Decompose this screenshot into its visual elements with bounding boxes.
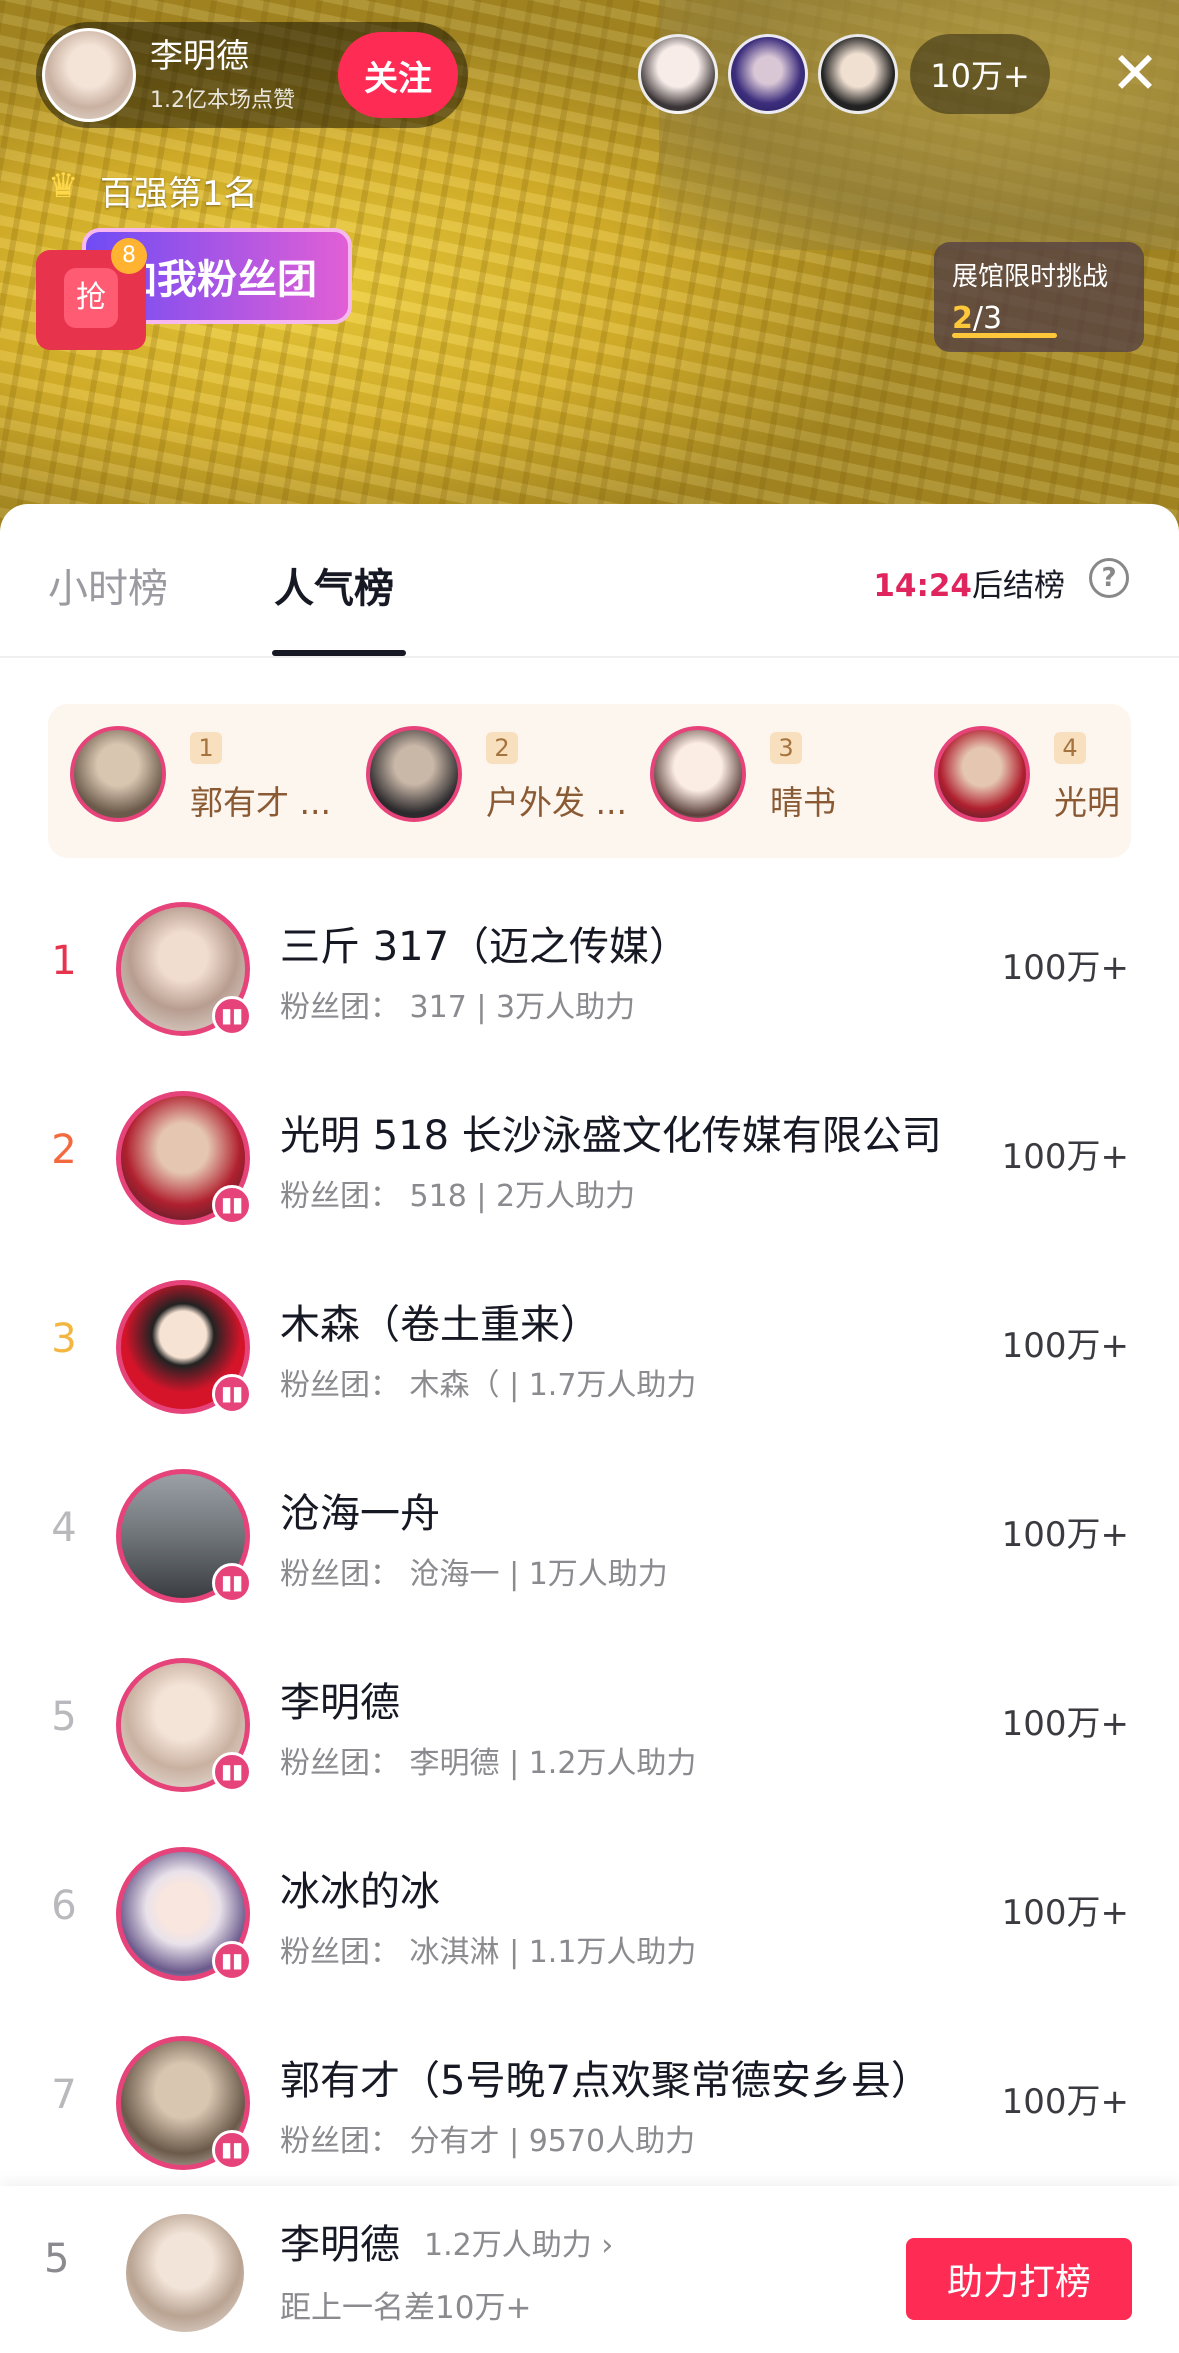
my-gap-to-next: 距上一名差10万+ (280, 2290, 532, 2326)
rank-number: 1 (51, 938, 77, 984)
strip-item[interactable]: 4 光明 (934, 726, 1131, 836)
streamer-name: 郭有才（5号晚7点欢聚常德安乡县） (280, 2058, 931, 2104)
fan-group-info: 粉丝团： 沧海一 | 1万人助力 (280, 1557, 668, 1592)
fan-group-info: 粉丝团： 冰淇淋 | 1.1万人助力 (280, 1935, 697, 1970)
viewer-avatar[interactable] (638, 34, 718, 114)
anchor-info-chip[interactable]: 李明德 1.2亿本场点赞 关注 (36, 22, 468, 128)
strip-name: 晴书 (770, 783, 836, 822)
ranking-row[interactable]: 6 ▮▮ 冰冰的冰 粉丝团： 冰淇淋 | 1.1万人助力 100万+ (0, 1829, 1179, 2018)
fan-group-info: 粉丝团： 317 | 3万人助力 (280, 990, 636, 1025)
challenge-title: 展馆限时挑战 (952, 262, 1109, 292)
live-indicator-icon: ▮▮ (212, 2130, 252, 2170)
live-indicator-icon: ▮▮ (212, 1752, 252, 1792)
countdown-time: 14:24 (873, 568, 972, 604)
strip-rank-number: 2 (486, 732, 518, 764)
strip-avatar (366, 726, 462, 822)
rank-number: 7 (51, 2072, 77, 2118)
strip-avatar (650, 726, 746, 822)
live-indicator-icon: ▮▮ (212, 1185, 252, 1225)
fan-group-info: 粉丝团： 木森（ | 1.7万人助力 (280, 1368, 697, 1403)
red-packet-icon: 抢 (64, 268, 118, 328)
fan-group-info: 粉丝团： 分有才 | 9570人助力 (280, 2124, 696, 2159)
red-packet-button[interactable]: 抢 8 (36, 238, 147, 350)
challenge-current: 2 (952, 301, 973, 336)
challenge-progress: 2/3 (952, 301, 1126, 336)
ranking-row[interactable]: 5 ▮▮ 李明德 粉丝团： 李明德 | 1.2万人助力 100万+ (0, 1640, 1179, 1829)
strip-name: 光明 (1054, 783, 1120, 822)
popularity-score: 100万+ (1001, 1326, 1129, 1366)
popularity-score: 100万+ (1001, 1893, 1129, 1933)
live-indicator-icon: ▮▮ (212, 1563, 252, 1603)
help-icon[interactable]: ? (1089, 558, 1129, 598)
ranking-list: 1 ▮▮ 三斤 317（迈之传媒） 粉丝团： 317 | 3万人助力 100万+… (0, 884, 1179, 2207)
rank-number: 6 (51, 1883, 77, 1929)
fan-group-info: 粉丝团： 518 | 2万人助力 (280, 1179, 636, 1214)
tab-hourly[interactable]: 小时榜 (48, 556, 168, 614)
ranking-sheet: 小时榜 人气榜 14:24后结榜 ? 1 郭有才 ... 2 户外发 ... 3… (0, 504, 1179, 2353)
strip-item[interactable]: 1 郭有才 ... (70, 726, 331, 836)
popularity-score: 100万+ (1001, 948, 1129, 988)
live-indicator-icon: ▮▮ (212, 996, 252, 1036)
anchor-name: 李明德 (150, 36, 249, 75)
strip-rank-number: 3 (770, 732, 802, 764)
popularity-score: 100万+ (1001, 1137, 1129, 1177)
my-rank-number: 5 (44, 2236, 70, 2282)
my-rank-bar: 5 李明德 1.2万人助力 › 距上一名差10万+ 助力打榜 (0, 2186, 1179, 2353)
strip-item[interactable]: 3 晴书 (650, 726, 890, 836)
rank-number: 2 (51, 1127, 77, 1173)
anchor-avatar[interactable] (42, 28, 136, 122)
active-tab-indicator (272, 650, 406, 656)
strip-avatar (934, 726, 1030, 822)
streamer-name: 光明 518 长沙泳盛文化传媒有限公司 (280, 1113, 942, 1159)
ranking-tabs: 小时榜 人气榜 14:24后结榜 ? (0, 504, 1179, 658)
popularity-score: 100万+ (1001, 1704, 1129, 1744)
crown-icon: ♛ (48, 166, 79, 206)
popularity-score: 100万+ (1001, 2082, 1129, 2122)
streamer-name: 木森（卷土重来） (280, 1302, 600, 1348)
rank-number: 5 (51, 1694, 77, 1740)
top-ranked-strip[interactable]: 1 郭有才 ... 2 户外发 ... 3 晴书 4 光明 (48, 704, 1131, 858)
viewer-count[interactable]: 10万+ (910, 34, 1050, 114)
red-packet-count: 8 (111, 238, 147, 274)
strip-rank-number: 1 (190, 732, 222, 764)
streamer-name: 李明德 (280, 1680, 400, 1726)
strip-item[interactable]: 2 户外发 ... (366, 726, 627, 836)
ranking-countdown: 14:24后结榜 (873, 560, 1065, 605)
rank-number: 4 (51, 1505, 77, 1551)
follow-button[interactable]: 关注 (338, 32, 458, 118)
my-avatar[interactable] (126, 2214, 244, 2332)
ranking-row[interactable]: 4 ▮▮ 沧海一舟 粉丝团： 沧海一 | 1万人助力 100万+ (0, 1451, 1179, 1640)
streamer-name: 三斤 317（迈之传媒） (280, 924, 690, 970)
ranking-row[interactable]: 1 ▮▮ 三斤 317（迈之传媒） 粉丝团： 317 | 3万人助力 100万+ (0, 884, 1179, 1073)
live-video-background: 李明德 1.2亿本场点赞 关注 10万+ ✕ ♛ 百强第1名 加我粉丝团 抢 8… (0, 0, 1179, 540)
streamer-name: 沧海一舟 (280, 1491, 440, 1537)
viewer-avatar[interactable] (818, 34, 898, 114)
ranking-row[interactable]: 7 ▮▮ 郭有才（5号晚7点欢聚常德安乡县） 粉丝团： 分有才 | 9570人助… (0, 2018, 1179, 2207)
rank-number: 3 (51, 1316, 77, 1362)
popularity-score: 100万+ (1001, 1515, 1129, 1555)
countdown-suffix: 后结榜 (972, 568, 1065, 604)
ranking-row[interactable]: 2 ▮▮ 光明 518 长沙泳盛文化传媒有限公司 粉丝团： 518 | 2万人助… (0, 1073, 1179, 1262)
strip-name: 郭有才 ... (190, 783, 331, 822)
challenge-progress-bar (952, 333, 1057, 338)
ranking-row[interactable]: 3 ▮▮ 木森（卷土重来） 粉丝团： 木森（ | 1.7万人助力 100万+ (0, 1262, 1179, 1451)
live-indicator-icon: ▮▮ (212, 1374, 252, 1414)
close-icon[interactable]: ✕ (1100, 38, 1170, 108)
strip-avatar (70, 726, 166, 822)
fan-group-info: 粉丝团： 李明德 | 1.2万人助力 (280, 1746, 697, 1781)
tab-popularity[interactable]: 人气榜 (274, 556, 394, 614)
boost-rank-button[interactable]: 助力打榜 (906, 2238, 1132, 2320)
my-support-link[interactable]: 1.2万人助力 › (424, 2220, 613, 2264)
exhibition-challenge-card[interactable]: 展馆限时挑战 2/3 (934, 242, 1144, 352)
my-name: 李明德 (280, 2222, 400, 2268)
hundred-rank-badge[interactable]: 百强第1名 (100, 166, 258, 215)
strip-rank-number: 4 (1054, 732, 1086, 764)
strip-name: 户外发 ... (486, 783, 627, 822)
viewer-avatar[interactable] (728, 34, 808, 114)
live-indicator-icon: ▮▮ (212, 1941, 252, 1981)
streamer-name: 冰冰的冰 (280, 1869, 440, 1915)
challenge-total: /3 (972, 301, 1003, 336)
anchor-text: 李明德 1.2亿本场点赞 (150, 36, 295, 114)
anchor-likes: 1.2亿本场点赞 (150, 88, 295, 113)
